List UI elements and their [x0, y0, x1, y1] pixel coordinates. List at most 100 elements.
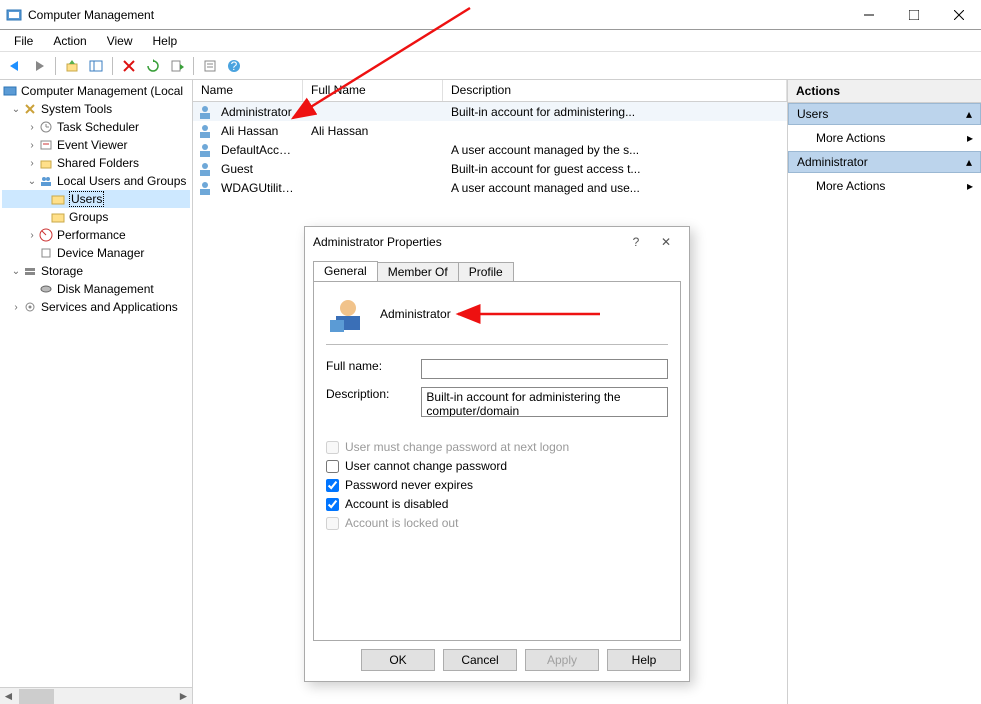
tree-hscrollbar[interactable]: ◄ ► [0, 687, 192, 704]
cell-name: Administrator [213, 104, 303, 120]
menubar: File Action View Help [0, 30, 981, 52]
description-row: Description: [326, 387, 668, 417]
fullname-input[interactable] [421, 359, 668, 379]
expand-icon[interactable]: › [26, 140, 38, 151]
cell-name: DefaultAcco... [213, 142, 303, 158]
device-icon [38, 245, 54, 261]
event-icon [38, 137, 54, 153]
properties-dialog: Administrator Properties ? ✕ General Mem… [304, 226, 690, 682]
expand-icon[interactable]: › [26, 230, 38, 241]
user-icon [197, 142, 213, 158]
collapse-icon[interactable]: ⌄ [10, 266, 22, 277]
dialog-help-button2[interactable]: Help [607, 649, 681, 671]
cell-name: WDAGUtility... [213, 180, 303, 196]
tab-profile[interactable]: Profile [458, 262, 514, 282]
menu-action[interactable]: Action [43, 32, 96, 50]
dialog-help-button[interactable]: ? [621, 235, 651, 249]
folder-icon [50, 191, 66, 207]
titlebar: Computer Management [0, 0, 981, 30]
chk-never-expires-box[interactable] [326, 479, 339, 492]
show-hide-tree-button[interactable] [85, 55, 107, 77]
menu-help[interactable]: Help [143, 32, 188, 50]
cell-fullname [303, 149, 443, 151]
chk-must-change-box [326, 441, 339, 454]
dialog-user-header: Administrator [326, 292, 668, 345]
apply-button[interactable]: Apply [525, 649, 599, 671]
menu-file[interactable]: File [4, 32, 43, 50]
ok-button[interactable]: OK [361, 649, 435, 671]
close-button[interactable] [936, 0, 981, 30]
list-row[interactable]: AdministratorBuilt-in account for admini… [193, 102, 787, 121]
expand-icon[interactable]: › [26, 122, 38, 133]
dialog-close-button[interactable]: ✕ [651, 235, 681, 249]
tree-disk-management[interactable]: Disk Management [2, 280, 190, 298]
back-button[interactable] [4, 55, 26, 77]
collapse-icon[interactable]: ⌄ [10, 104, 22, 115]
expand-icon[interactable]: › [10, 302, 22, 313]
tree-storage[interactable]: ⌄Storage [2, 262, 190, 280]
chk-never-expires[interactable]: Password never expires [326, 478, 668, 492]
chk-disabled[interactable]: Account is disabled [326, 497, 668, 511]
users-group-icon [38, 173, 54, 189]
list-row[interactable]: GuestBuilt-in account for guest access t… [193, 159, 787, 178]
col-description[interactable]: Description [443, 80, 787, 101]
description-input[interactable] [421, 387, 668, 417]
tree-shared-folders[interactable]: ›Shared Folders [2, 154, 190, 172]
cell-description: Built-in account for guest access t... [443, 161, 787, 177]
chk-disabled-box[interactable] [326, 498, 339, 511]
actions-section-administrator[interactable]: Administrator▴ [788, 151, 981, 173]
scroll-thumb[interactable] [19, 689, 54, 704]
tree-device-manager[interactable]: Device Manager [2, 244, 190, 262]
tools-icon [22, 101, 38, 117]
collapse-icon: ▴ [966, 107, 972, 121]
help-button[interactable]: ? [223, 55, 245, 77]
col-name[interactable]: Name [193, 80, 303, 101]
performance-icon [38, 227, 54, 243]
tab-general[interactable]: General [313, 261, 378, 281]
scroll-left-icon[interactable]: ◄ [0, 688, 17, 704]
list-row[interactable]: DefaultAcco...A user account managed by … [193, 140, 787, 159]
app-icon [6, 7, 22, 23]
tree-local-users-groups[interactable]: ⌄Local Users and Groups [2, 172, 190, 190]
expand-icon[interactable]: › [26, 158, 38, 169]
properties-button[interactable] [199, 55, 221, 77]
window-title: Computer Management [28, 8, 154, 22]
forward-button[interactable] [28, 55, 50, 77]
scroll-right-icon[interactable]: ► [175, 688, 192, 704]
delete-button[interactable] [118, 55, 140, 77]
actions-section-users[interactable]: Users▴ [788, 103, 981, 125]
disk-icon [38, 281, 54, 297]
refresh-button[interactable] [142, 55, 164, 77]
chk-cannot-change[interactable]: User cannot change password [326, 459, 668, 473]
tree-groups[interactable]: Groups [2, 208, 190, 226]
tree-event-viewer[interactable]: ›Event Viewer [2, 136, 190, 154]
cancel-button[interactable]: Cancel [443, 649, 517, 671]
tree-root[interactable]: Computer Management (Local [2, 82, 190, 100]
col-fullname[interactable]: Full Name [303, 80, 443, 101]
actions-pane: Actions Users▴ More Actions▸ Administrat… [788, 80, 981, 704]
chk-locked-box [326, 517, 339, 530]
tree-systools[interactable]: ⌄System Tools [2, 100, 190, 118]
user-icon [197, 123, 213, 139]
tab-memberof[interactable]: Member Of [377, 262, 459, 282]
tree-performance[interactable]: ›Performance [2, 226, 190, 244]
chk-cannot-change-box[interactable] [326, 460, 339, 473]
dialog-titlebar: Administrator Properties ? ✕ [305, 227, 689, 257]
dialog-tabs: General Member Of Profile [313, 261, 681, 281]
tree-users[interactable]: Users [2, 190, 190, 208]
menu-view[interactable]: View [97, 32, 143, 50]
minimize-button[interactable] [846, 0, 891, 30]
actions-more-users[interactable]: More Actions▸ [788, 125, 981, 151]
collapse-icon[interactable]: ⌄ [26, 176, 38, 187]
list-row[interactable]: WDAGUtility...A user account managed and… [193, 178, 787, 197]
up-button[interactable] [61, 55, 83, 77]
list-row[interactable]: Ali HassanAli Hassan [193, 121, 787, 140]
maximize-button[interactable] [891, 0, 936, 30]
export-button[interactable] [166, 55, 188, 77]
fullname-row: Full name: [326, 359, 668, 379]
dialog-buttons: OK Cancel Apply Help [305, 641, 689, 679]
tree-services-apps[interactable]: ›Services and Applications [2, 298, 190, 316]
actions-more-administrator[interactable]: More Actions▸ [788, 173, 981, 199]
tree-task-scheduler[interactable]: ›Task Scheduler [2, 118, 190, 136]
chevron-right-icon: ▸ [967, 179, 973, 193]
